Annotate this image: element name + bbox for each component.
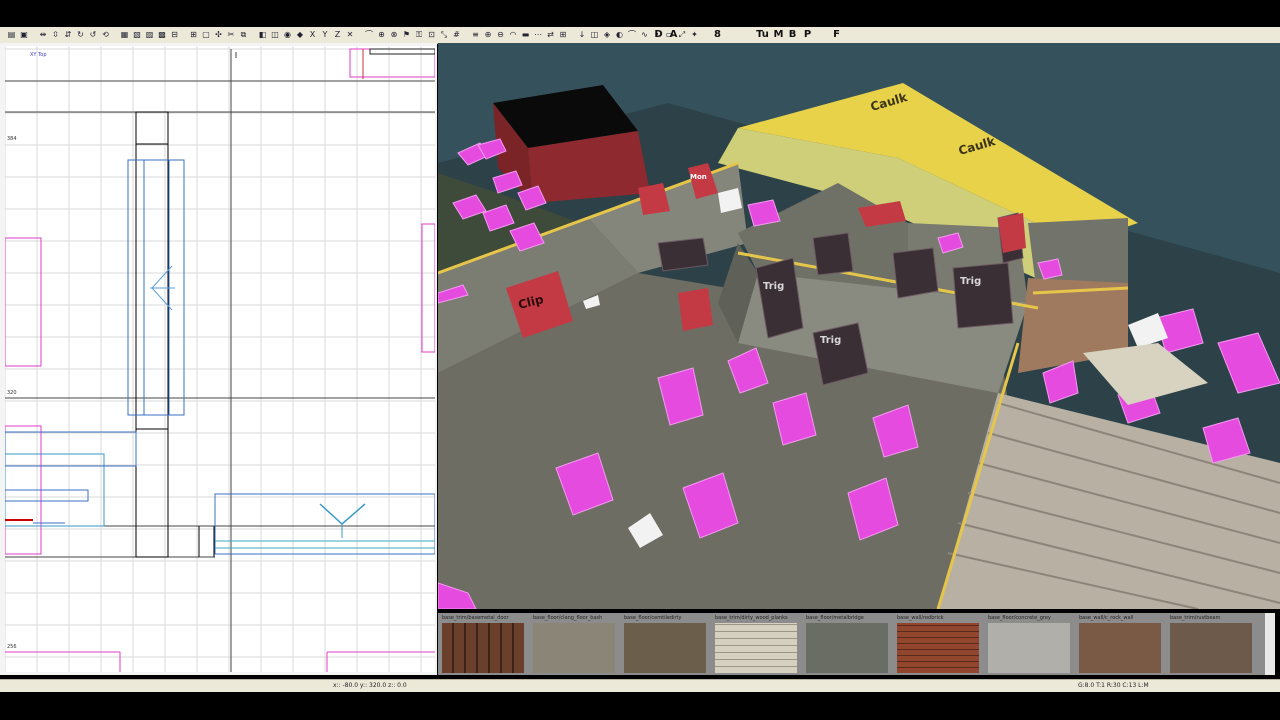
patch-bend-icon[interactable]: ⌒	[364, 29, 375, 40]
view-yz-icon[interactable]: Z	[332, 29, 343, 40]
drill-icon[interactable]: ⊗	[389, 29, 400, 40]
open-icon[interactable]: ▤	[6, 29, 17, 40]
grid-icon[interactable]: #	[451, 29, 462, 40]
texture-tile[interactable]	[1170, 623, 1252, 673]
cull-icon[interactable]: ✦	[689, 29, 700, 40]
texture-name-label: base_trim/rustbeam	[1170, 615, 1221, 621]
texture-name-label: base_floor/metalbridge	[806, 615, 864, 621]
texture-browser[interactable]: base_trim/basemetal_door base_floor/clang…	[438, 613, 1275, 675]
texture-name-label: base_floor/cemtiledirty	[624, 615, 682, 621]
trigger-texture-label: Trig	[763, 281, 785, 292]
texture-name-label: base_wall/c_rock_wall	[1079, 615, 1134, 621]
view-xz-icon[interactable]: Y	[320, 29, 331, 40]
main-toolbar: ▤ ▣ ⇹ ⇳ ⇵ ↻ ↺ ⟲ ▦ ▧ ▨ ▩ ⊟ ⊞ ▢ ✣ ✂ ⧉ ◧ ◫ ◉ ◆ X Y Z ✕ ⌒ ⊕ ⊗ ⚑ ⚿ ⊡ ⤡ # ≡ ⊕ ⊖ ◠ ▬ ⋯…	[0, 27, 1280, 44]
texture-lock-icon[interactable]: ⊡	[426, 29, 437, 40]
trigger-texture-label: Trig	[960, 276, 982, 287]
cubic-clip-icon[interactable]: ◫	[270, 29, 281, 40]
texture-tile[interactable]	[806, 623, 888, 673]
texture-browser-scrollbar[interactable]	[1265, 613, 1275, 675]
patch-insert-icon[interactable]: ⊕	[483, 29, 494, 40]
grid-coord-label: 320	[7, 390, 17, 396]
grid-coord-label: 256	[7, 644, 17, 650]
lock-icon[interactable]: ⚿	[414, 29, 425, 40]
texture-name-label: base_trim/dirty_wood_planks	[715, 615, 788, 621]
csg-merge-icon[interactable]: ⊞	[188, 29, 199, 40]
texture-tile[interactable]	[715, 623, 797, 673]
texture-tile[interactable]	[442, 623, 524, 673]
texture-name-label: base_wall/redbrick	[897, 615, 944, 621]
texture-tile[interactable]	[1079, 623, 1161, 673]
texture-name-label: base_trim/basemetal_door	[442, 615, 509, 621]
status-bar: x:: -80.0 y:: 320.0 z:: 0.0 G:8.0 T:1 R:…	[0, 679, 1280, 692]
letter-f-icon[interactable]: F	[831, 29, 842, 40]
trigger-texture-label: Trig	[820, 335, 842, 346]
texture-tile[interactable]	[988, 623, 1070, 673]
monster-clip-label: Mon	[690, 173, 707, 181]
invert-icon[interactable]: ⇄	[545, 29, 556, 40]
rotate-x-icon[interactable]: ↻	[75, 29, 86, 40]
overlay-icon[interactable]: ◫	[589, 29, 600, 40]
texture-tile[interactable]	[897, 623, 979, 673]
letter-p-icon[interactable]: P	[802, 29, 813, 40]
camera-icon[interactable]: ◉	[282, 29, 293, 40]
rotate-y-icon[interactable]: ↺	[88, 29, 99, 40]
csg-tool-icon[interactable]: ✣	[213, 29, 224, 40]
patch-weld-icon[interactable]: ⊕	[376, 29, 387, 40]
texture-tile[interactable]	[624, 623, 706, 673]
letter-a-icon[interactable]: A	[668, 29, 679, 40]
show-names-icon[interactable]: ≡	[470, 29, 481, 40]
letter-d-icon[interactable]: D	[653, 29, 664, 40]
monochrome-icon[interactable]: ◐	[614, 29, 625, 40]
clipper-icon[interactable]: ✂	[226, 29, 237, 40]
view-title: XY Top	[30, 52, 47, 58]
texture-name-label: base_floor/concrete_grey	[988, 615, 1051, 621]
down-arrow-icon[interactable]: ↓	[577, 29, 588, 40]
view-entity-icon[interactable]: ◈	[602, 29, 613, 40]
texture-name-label: base_floor/clang_floor_bash	[533, 615, 603, 621]
grid-settings: G:8.0 T:1 R:30 C:13 L:M	[1078, 682, 1149, 689]
bend-icon[interactable]: ⌒	[627, 29, 638, 40]
filter-icon[interactable]: ⚑	[401, 29, 412, 40]
hollow-icon[interactable]: ▢	[201, 29, 212, 40]
camera-3d-view[interactable]: Caulk Caulk Trig Trig Trig Clip Mon	[438, 43, 1280, 609]
matrix-icon[interactable]: ⊞	[558, 29, 569, 40]
flip-z-icon[interactable]: ⇵	[63, 29, 74, 40]
letter-u-icon[interactable]: Tu	[756, 29, 769, 40]
redisperse-icon[interactable]: ⋯	[533, 29, 544, 40]
texture-tile[interactable]	[533, 623, 615, 673]
view-xy-icon[interactable]: X	[307, 29, 318, 40]
select-inside-icon[interactable]: ▩	[157, 29, 168, 40]
entity-icon[interactable]: ◆	[295, 29, 306, 40]
patch-delete-icon[interactable]: ⊖	[495, 29, 506, 40]
ortho-view-xy[interactable]: XY Top 384 320 256	[5, 46, 435, 672]
thicken-icon[interactable]: ▬	[520, 29, 531, 40]
texture-view-icon[interactable]: ◧	[257, 29, 268, 40]
select-complete-tall-icon[interactable]: ▦	[119, 29, 130, 40]
select-partial-tall-icon[interactable]: ▨	[144, 29, 155, 40]
change-views-icon[interactable]: ⧉	[238, 29, 249, 40]
letter-b2-icon[interactable]: B	[787, 29, 798, 40]
patch-icon[interactable]: ✕	[345, 29, 356, 40]
letter-b-icon[interactable]: 8	[712, 29, 723, 40]
flip-y-icon[interactable]: ⇳	[50, 29, 61, 40]
letter-m-icon[interactable]: M	[773, 29, 784, 40]
save-icon[interactable]: ▣	[19, 29, 30, 40]
scale-icon[interactable]: ⤡	[439, 29, 450, 40]
curve-icon[interactable]: ∿	[639, 29, 650, 40]
grid-coord-label: 384	[7, 136, 17, 142]
select-touching-icon[interactable]: ▧	[132, 29, 143, 40]
ortho-view-panel: XY Top 384 320 256	[0, 43, 437, 675]
cap-icon[interactable]: ◠	[508, 29, 519, 40]
cursor-coordinates: x:: -80.0 y:: 320.0 z:: 0.0	[333, 682, 407, 689]
rotate-z-icon[interactable]: ⟲	[100, 29, 111, 40]
flip-x-icon[interactable]: ⇹	[38, 29, 49, 40]
csg-subtract-icon[interactable]: ⊟	[169, 29, 180, 40]
